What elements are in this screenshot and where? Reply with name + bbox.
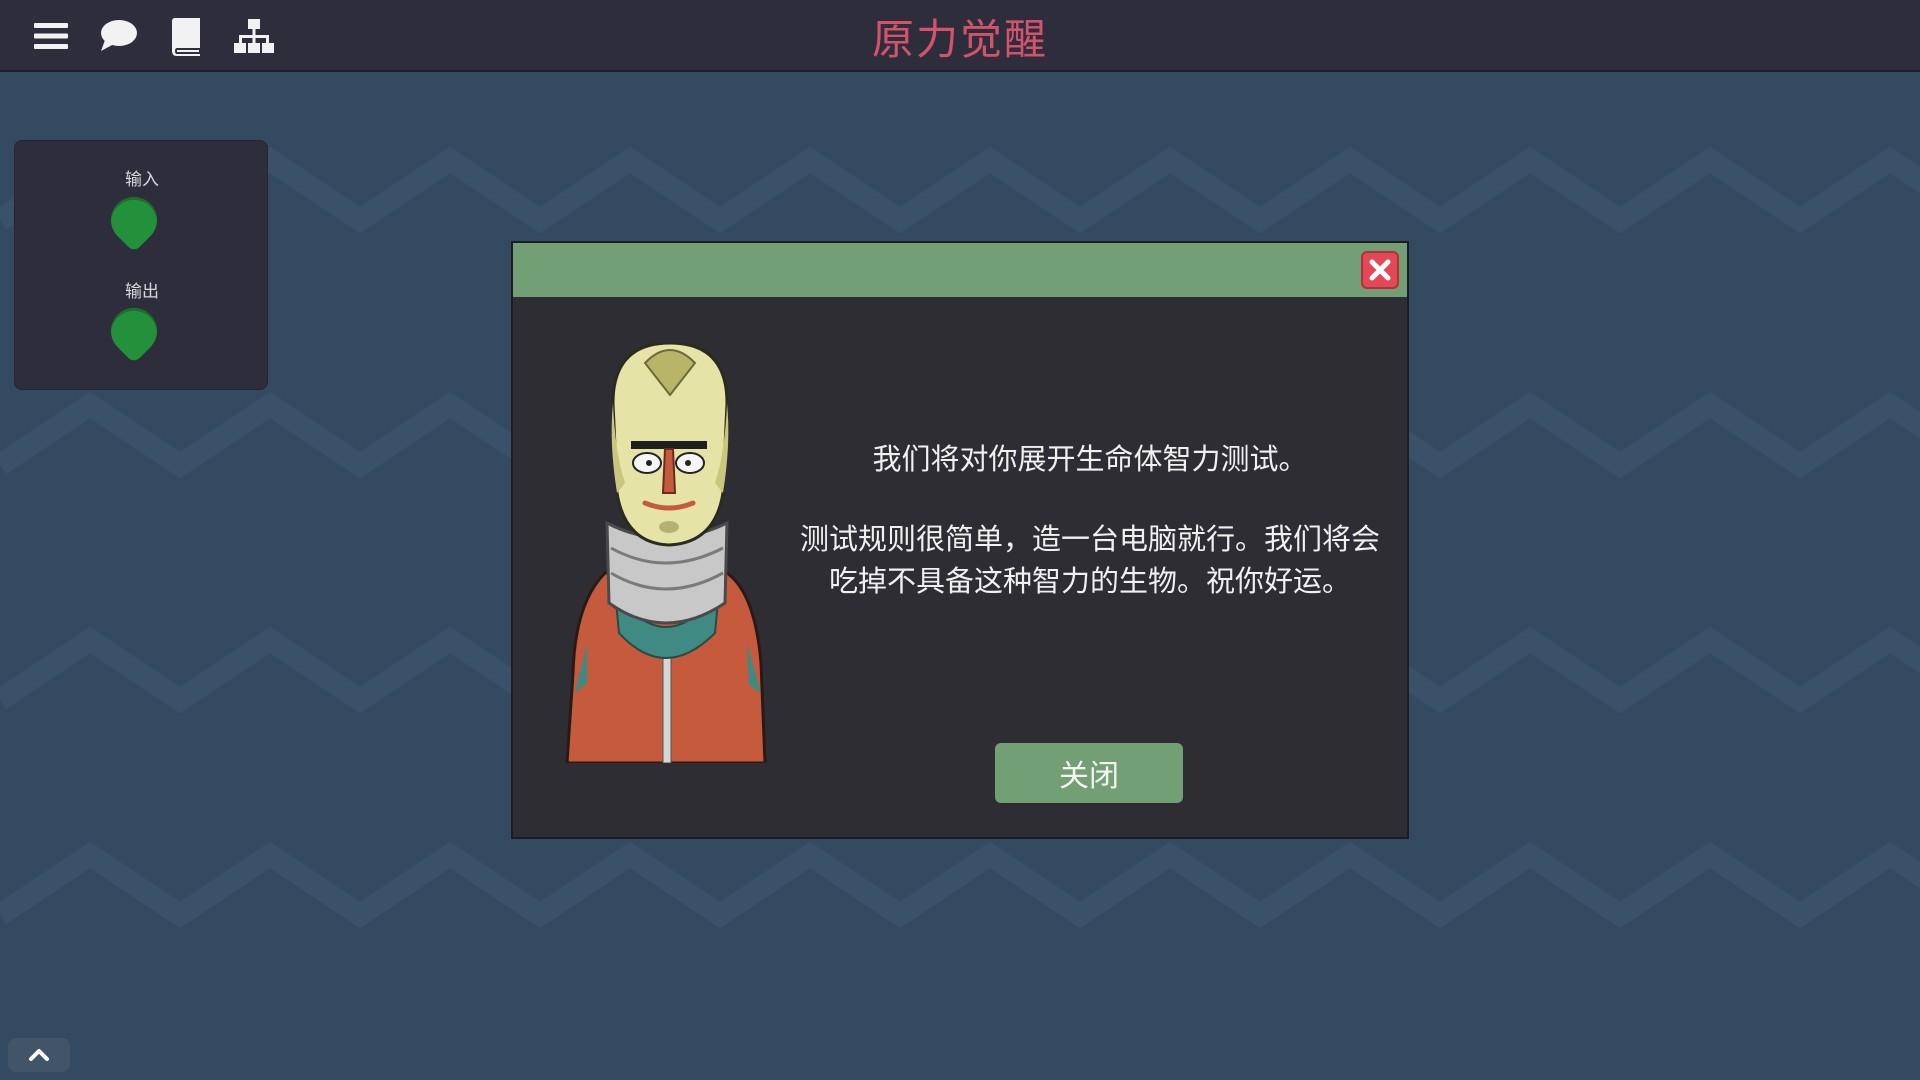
intro-dialog: 我们将对你展开生命体智力测试。 测试规则很简单，造一台电脑就行。我们将会 吃掉不… — [511, 241, 1409, 839]
dialog-message: 我们将对你展开生命体智力测试。 测试规则很简单，造一台电脑就行。我们将会 吃掉不… — [775, 438, 1405, 602]
output-pin[interactable] — [101, 298, 167, 364]
dialog-line-3: 吃掉不具备这种智力的生物。祝你好运。 — [828, 564, 1351, 598]
chevron-up-icon — [29, 1049, 49, 1061]
dialog-header — [513, 243, 1407, 297]
output-label: 输出 — [125, 282, 159, 302]
io-panel: 输入 输出 — [14, 140, 268, 390]
dialog-line-1: 我们将对你展开生命体智力测试。 — [872, 442, 1308, 476]
input-pin[interactable] — [101, 187, 167, 253]
page-title: 原力觉醒 — [871, 15, 1048, 64]
alien-character-portrait — [565, 343, 767, 763]
close-icon[interactable] — [1361, 251, 1399, 289]
dialog-line-2: 测试规则很简单，造一台电脑就行。我们将会 — [799, 522, 1380, 556]
top-toolbar: 原力觉醒 — [0, 0, 1920, 72]
close-button[interactable]: 关闭 — [995, 743, 1183, 803]
expand-panel-button[interactable] — [8, 1038, 70, 1072]
input-label: 输入 — [125, 170, 159, 190]
